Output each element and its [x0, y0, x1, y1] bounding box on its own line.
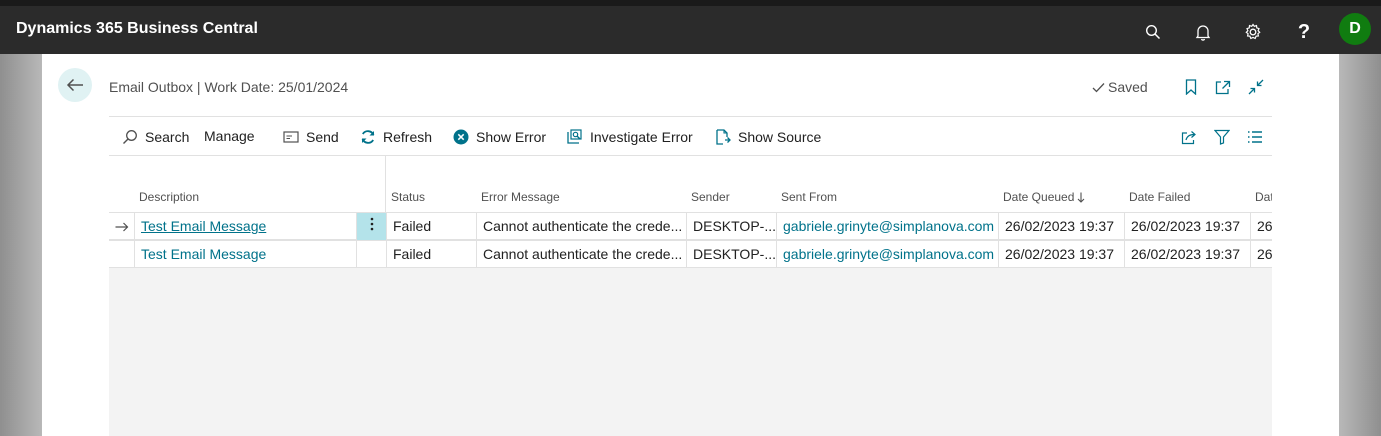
- list-view-icon[interactable]: [1245, 127, 1265, 147]
- background-right: [1339, 54, 1381, 436]
- error-message-cell[interactable]: Cannot authenticate the crede...: [476, 241, 686, 268]
- saved-indicator: Saved: [1092, 79, 1148, 95]
- arrow-left-icon: [66, 78, 83, 92]
- gear-icon[interactable]: [1241, 20, 1265, 44]
- open-new-window-icon[interactable]: [1213, 77, 1233, 97]
- column-header-description[interactable]: Description: [139, 190, 199, 204]
- search-action-label: Search: [145, 129, 190, 145]
- refresh-action-label: Refresh: [383, 129, 433, 145]
- document-link-icon: [714, 128, 732, 146]
- column-header-error-message[interactable]: Error Message: [481, 190, 560, 204]
- column-header-date-queued[interactable]: Date Queued: [1003, 190, 1085, 204]
- manage-action-label: Manage: [204, 128, 255, 144]
- investigate-error-action[interactable]: Investigate Error: [566, 128, 693, 146]
- column-header-date-failed[interactable]: Date Failed: [1129, 190, 1190, 204]
- table-row[interactable]: Test Email Message Failed Cannot authent…: [109, 212, 1272, 240]
- email-outbox-grid: Description Status Error Message Sender …: [109, 156, 1272, 436]
- saved-label: Saved: [1108, 79, 1148, 95]
- investigate-icon: [566, 128, 584, 146]
- bell-icon[interactable]: [1191, 20, 1215, 44]
- date-failed-cell: 26/02/2023 19:37: [1124, 213, 1250, 240]
- column-header-status[interactable]: Status: [391, 190, 425, 204]
- sent-from-cell[interactable]: gabriele.grinyte@simplanova.com: [776, 241, 998, 268]
- next-cell: 26/: [1250, 241, 1272, 268]
- sent-from-cell[interactable]: gabriele.grinyte@simplanova.com: [776, 213, 998, 240]
- send-action-label: Send: [306, 129, 339, 145]
- help-icon[interactable]: ?: [1292, 20, 1316, 44]
- manage-action[interactable]: Manage: [204, 128, 255, 144]
- refresh-icon: [359, 128, 377, 146]
- show-error-action-label: Show Error: [476, 129, 547, 145]
- next-cell: 26/: [1250, 213, 1272, 240]
- collapse-icon[interactable]: [1246, 77, 1266, 97]
- error-circle-icon: [452, 128, 470, 146]
- background-left: [0, 54, 42, 436]
- error-message-cell[interactable]: Cannot authenticate the crede...: [476, 213, 686, 240]
- grid-header: Description Status Error Message Sender …: [109, 156, 1272, 212]
- app-title: Dynamics 365 Business Central: [16, 20, 258, 37]
- date-queued-label: Date Queued: [1003, 190, 1075, 204]
- show-source-action-label: Show Source: [738, 129, 822, 145]
- page-panel: Email Outbox | Work Date: 25/01/2024 Sav…: [42, 54, 1339, 436]
- row-actions-button[interactable]: [356, 213, 386, 240]
- send-action[interactable]: Send: [282, 128, 339, 146]
- investigate-error-action-label: Investigate Error: [590, 129, 693, 145]
- arrow-right-icon: [109, 213, 134, 240]
- more-vertical-icon: [370, 217, 373, 231]
- status-cell: Failed: [386, 213, 476, 240]
- search-icon: [121, 128, 139, 146]
- sender-cell: DESKTOP-...: [686, 241, 776, 268]
- show-error-action[interactable]: Show Error: [452, 128, 546, 146]
- check-icon: [1092, 82, 1105, 92]
- back-button[interactable]: [58, 68, 92, 102]
- row-actions-placeholder: [356, 241, 386, 268]
- date-failed-cell: 26/02/2023 19:37: [1124, 241, 1250, 268]
- page-title: Email Outbox | Work Date: 25/01/2024: [109, 79, 349, 95]
- status-cell: Failed: [386, 241, 476, 268]
- date-queued-cell: 26/02/2023 19:37: [998, 213, 1124, 240]
- filter-icon[interactable]: [1212, 127, 1232, 147]
- table-row[interactable]: Test Email Message Failed Cannot authent…: [109, 240, 1272, 268]
- share-icon[interactable]: [1179, 127, 1199, 147]
- column-header-sent-from[interactable]: Sent From: [781, 190, 837, 204]
- bookmark-icon[interactable]: [1181, 77, 1201, 97]
- description-cell[interactable]: Test Email Message: [134, 213, 356, 240]
- action-bar: Search Manage Send Refresh Show Error In…: [109, 116, 1272, 156]
- sender-cell: DESKTOP-...: [686, 213, 776, 240]
- refresh-action[interactable]: Refresh: [359, 128, 432, 146]
- avatar[interactable]: D: [1339, 13, 1371, 45]
- date-queued-cell: 26/02/2023 19:37: [998, 241, 1124, 268]
- search-icon[interactable]: [1141, 20, 1165, 44]
- send-icon: [282, 128, 300, 146]
- top-bar: Dynamics 365 Business Central ? D: [0, 0, 1381, 54]
- search-action[interactable]: Search: [121, 128, 189, 146]
- column-header-next[interactable]: Dat: [1255, 190, 1272, 204]
- show-source-action[interactable]: Show Source: [714, 128, 821, 146]
- column-header-sender[interactable]: Sender: [691, 190, 730, 204]
- sort-descending-icon: [1078, 192, 1085, 203]
- description-cell[interactable]: Test Email Message: [134, 241, 356, 268]
